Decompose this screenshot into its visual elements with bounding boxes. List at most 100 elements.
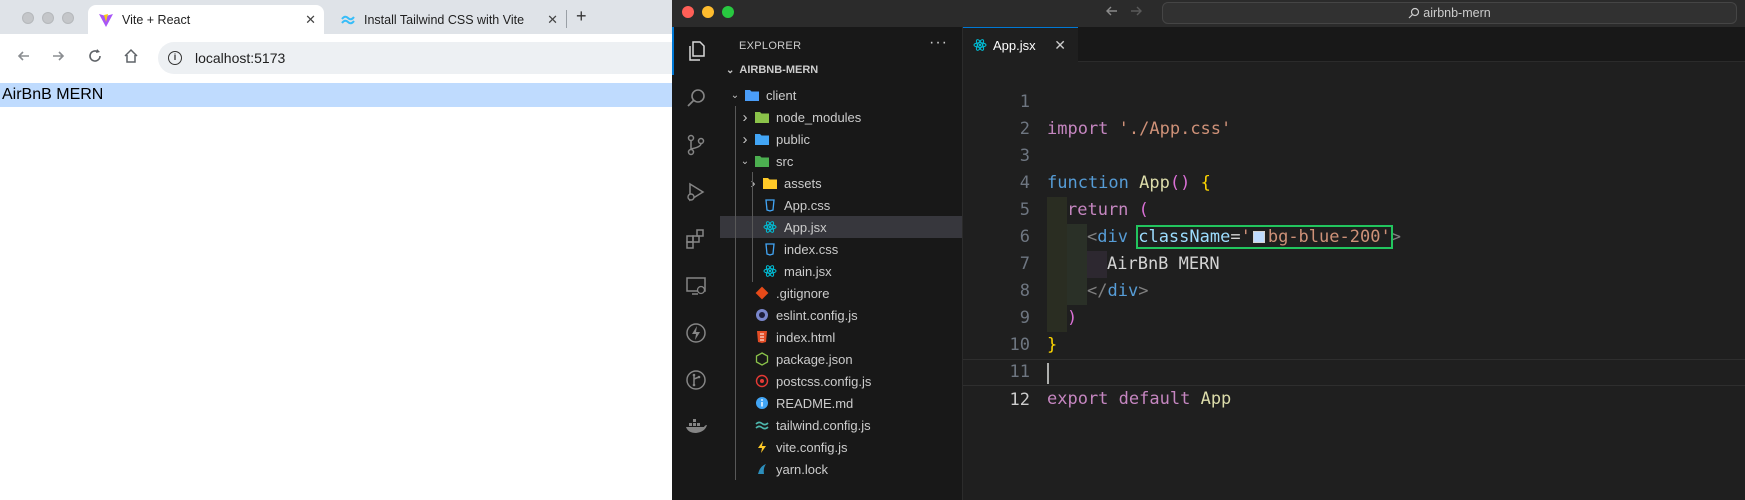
tree-item[interactable]: ⌄ client bbox=[720, 84, 962, 106]
code-line: 9 } bbox=[963, 278, 1745, 355]
react-icon bbox=[762, 263, 778, 279]
window-zoom-button[interactable] bbox=[62, 12, 74, 24]
window-close-button[interactable] bbox=[682, 6, 694, 18]
editor-tab-app-jsx[interactable]: App.jsx ✕ bbox=[963, 27, 1078, 62]
tree-item[interactable]: ⌄ src bbox=[720, 150, 962, 172]
workspace-name: airbnb-mern bbox=[1423, 6, 1491, 20]
postcss-icon bbox=[754, 373, 770, 389]
html-icon bbox=[754, 329, 770, 345]
tree-item-label: index.html bbox=[776, 329, 836, 345]
yarn-icon bbox=[754, 461, 770, 477]
page-heading-div: AirBnB MERN bbox=[0, 83, 672, 107]
command-center-search[interactable]: airbnb-mern bbox=[1162, 2, 1737, 24]
reload-icon[interactable] bbox=[85, 48, 105, 68]
tree-item[interactable]: postcss.config.js bbox=[720, 370, 962, 392]
explorer-sidebar: EXPLORER ··· ⌄ AIRBNB-MERN ⌄ client › node_m… bbox=[720, 27, 963, 500]
tree-item[interactable]: App.jsx bbox=[720, 216, 962, 238]
explorer-icon[interactable] bbox=[672, 27, 720, 75]
tab-close-icon[interactable]: ✕ bbox=[547, 12, 558, 28]
code-line: 3 function App() { bbox=[963, 116, 1745, 193]
vscode-titlebar: airbnb-mern bbox=[672, 0, 1745, 27]
more-actions-icon[interactable]: ··· bbox=[929, 34, 948, 52]
extensions-icon[interactable] bbox=[672, 215, 720, 263]
search-icon[interactable] bbox=[672, 74, 720, 122]
project-name: AIRBNB-MERN bbox=[739, 64, 819, 76]
source-control-icon[interactable] bbox=[672, 121, 720, 169]
tree-item[interactable]: tailwind.config.js bbox=[720, 414, 962, 436]
tree-item-label: assets bbox=[784, 175, 822, 191]
window-minimize-button[interactable] bbox=[702, 6, 714, 18]
code-token: default bbox=[1118, 389, 1191, 409]
window-minimize-button[interactable] bbox=[42, 12, 54, 24]
remote-explorer-icon[interactable] bbox=[672, 262, 720, 310]
vite-icon bbox=[98, 12, 114, 28]
code-editor[interactable]: 1 import './App.css' 2 3 function App() … bbox=[963, 62, 1745, 410]
vscode-window: airbnb-mern EXPLORER ··· ⌄ AIRBNB-MERN ⌄… bbox=[672, 0, 1745, 500]
tree-item[interactable]: vite.config.js bbox=[720, 436, 962, 458]
tree-item-label: index.css bbox=[784, 241, 839, 257]
tree-item[interactable]: index.css bbox=[720, 238, 962, 260]
tree-item[interactable]: › node_modules bbox=[720, 106, 962, 128]
tree-item[interactable]: › assets bbox=[720, 172, 962, 194]
tree-item[interactable]: README.md bbox=[720, 392, 962, 414]
project-section-header[interactable]: ⌄ AIRBNB-MERN bbox=[726, 64, 818, 76]
back-icon[interactable] bbox=[14, 48, 34, 68]
tree-item-label: public bbox=[776, 131, 810, 147]
docker-icon[interactable] bbox=[672, 403, 720, 451]
tree-item[interactable]: yarn.lock bbox=[720, 458, 962, 480]
code-line-current: 12 bbox=[963, 359, 1745, 410]
code-token: App bbox=[1200, 389, 1232, 409]
code-line: 7 </div> bbox=[963, 224, 1745, 305]
tree-item[interactable]: › public bbox=[720, 128, 962, 150]
tree-item-label: App.jsx bbox=[784, 219, 827, 235]
tab-title: Vite + React bbox=[122, 12, 191, 27]
browser-tab-tailwind[interactable]: Install Tailwind CSS with Vite ✕ bbox=[330, 5, 566, 34]
address-bar[interactable]: i localhost:5173 bbox=[158, 42, 688, 74]
file-tree: ⌄ client › node_modules › public ⌄ src › assets Ap… bbox=[720, 84, 962, 480]
run-debug-icon[interactable] bbox=[672, 168, 720, 216]
tree-item-label: README.md bbox=[776, 395, 854, 411]
tree-indent-guide bbox=[735, 106, 736, 480]
chevron-down-icon: ⌄ bbox=[730, 89, 740, 101]
code-line: 5 <div className=' bg-blue-200'> bbox=[963, 170, 1745, 251]
browser-tab-vite[interactable]: Vite + React ✕ bbox=[88, 5, 324, 34]
lightning-icon[interactable] bbox=[672, 309, 720, 357]
nav-forward-icon[interactable] bbox=[1128, 3, 1144, 23]
eslint-icon bbox=[754, 307, 770, 323]
folder-client-icon bbox=[744, 87, 760, 103]
tailwind-icon bbox=[754, 417, 770, 433]
new-tab-button[interactable]: + bbox=[576, 6, 587, 27]
git-graph-icon[interactable] bbox=[672, 356, 720, 404]
tree-item[interactable]: main.jsx bbox=[720, 260, 962, 282]
tree-item-label: client bbox=[766, 87, 797, 103]
tree-item-label: package.json bbox=[776, 351, 853, 367]
text-cursor bbox=[1047, 363, 1049, 384]
code-line: 8 ) bbox=[963, 251, 1745, 332]
close-icon[interactable]: ✕ bbox=[1054, 37, 1066, 54]
chevron-down-icon: ⌄ bbox=[740, 155, 750, 167]
tree-item-label: App.css bbox=[784, 197, 831, 213]
tree-item-label: yarn.lock bbox=[776, 461, 829, 477]
forward-icon[interactable] bbox=[48, 48, 68, 68]
tree-item[interactable]: App.css bbox=[720, 194, 962, 216]
window-zoom-button[interactable] bbox=[722, 6, 734, 18]
tab-close-icon[interactable]: ✕ bbox=[305, 12, 316, 28]
git-icon bbox=[754, 285, 770, 301]
nav-back-icon[interactable] bbox=[1104, 3, 1120, 23]
tree-indent-guide bbox=[752, 172, 753, 282]
tree-item[interactable]: eslint.config.js bbox=[720, 304, 962, 326]
home-icon[interactable] bbox=[121, 48, 141, 68]
tab-separator bbox=[566, 10, 567, 28]
react-icon bbox=[762, 219, 778, 235]
code-line: 10 bbox=[963, 305, 1745, 355]
explorer-title: EXPLORER bbox=[739, 40, 802, 52]
tree-item-label: node_modules bbox=[776, 109, 862, 125]
tree-item[interactable]: index.html bbox=[720, 326, 962, 348]
site-info-icon[interactable]: i bbox=[168, 51, 182, 65]
window-close-button[interactable] bbox=[22, 12, 34, 24]
tree-item[interactable]: package.json bbox=[720, 348, 962, 370]
tree-item[interactable]: .gitignore bbox=[720, 282, 962, 304]
folder-assets-icon bbox=[762, 175, 778, 191]
editor-tab-label: App.jsx bbox=[993, 37, 1036, 53]
code-line: 4 return ( bbox=[963, 143, 1745, 224]
